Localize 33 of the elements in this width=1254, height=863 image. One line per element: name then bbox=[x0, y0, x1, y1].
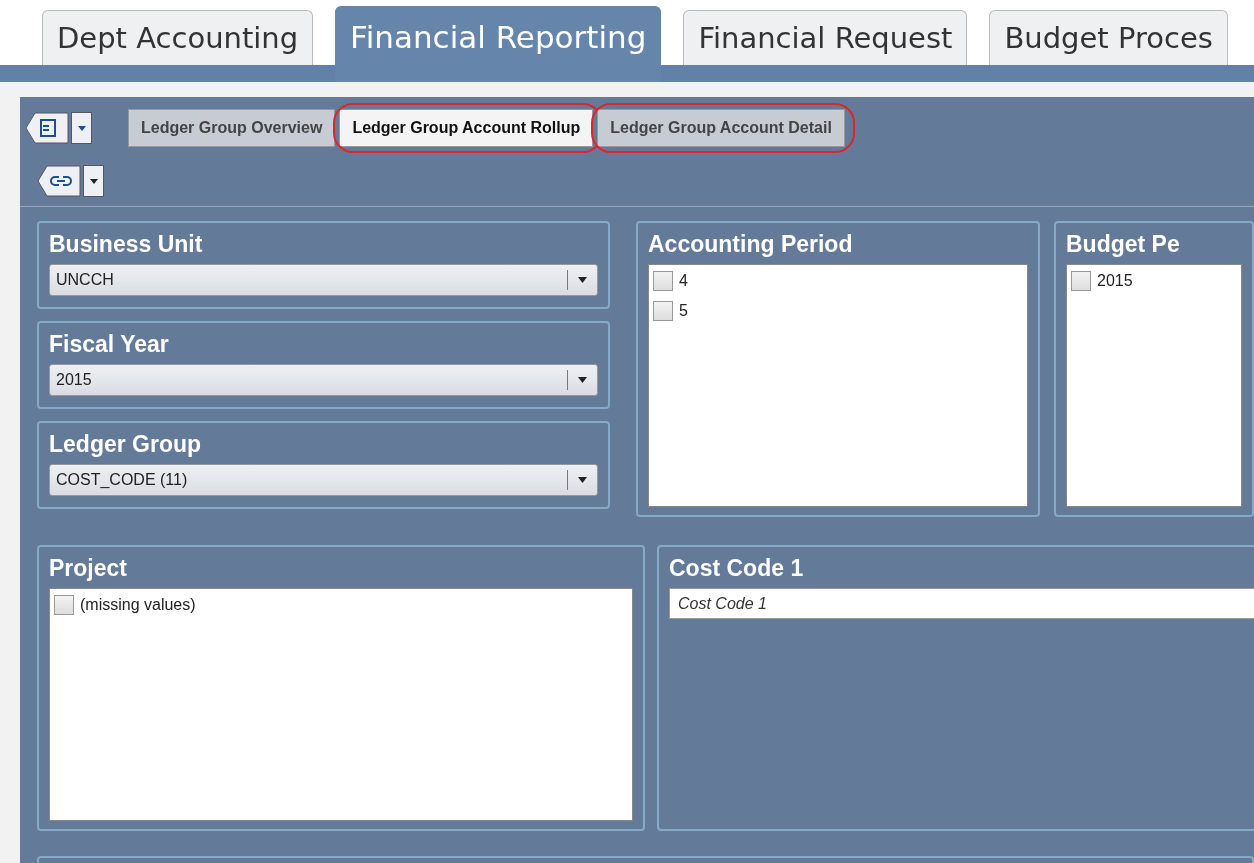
link-icon bbox=[37, 165, 81, 197]
dropdown[interactable]: UNCCH bbox=[49, 264, 598, 296]
filter-title: Cost Code 1 bbox=[669, 555, 805, 582]
search-field[interactable]: Cost Code 1 bbox=[669, 588, 1254, 619]
app-tab[interactable]: Financial Reporting bbox=[335, 6, 662, 82]
filter-title: Budget Pe bbox=[1066, 231, 1181, 258]
checkbox[interactable] bbox=[1071, 271, 1091, 291]
app-tab[interactable]: Budget Proces bbox=[989, 10, 1228, 65]
filter-title: Fiscal Year bbox=[49, 331, 170, 358]
checkbox[interactable] bbox=[653, 271, 673, 291]
dropdown[interactable]: COST_CODE (11) bbox=[49, 464, 598, 496]
item-label: 2015 bbox=[1097, 272, 1133, 290]
caret-icon bbox=[89, 178, 98, 184]
filter-title: Ledger Group bbox=[49, 431, 203, 458]
sheet-tab[interactable]: Ledger Group Overview bbox=[128, 109, 336, 147]
caret-icon bbox=[578, 477, 587, 483]
dropdown[interactable]: 2015 bbox=[49, 364, 598, 396]
item-label: 5 bbox=[679, 302, 688, 320]
item-label: 4 bbox=[679, 272, 688, 290]
sheet-tab[interactable]: Ledger Group Account Rollup bbox=[339, 109, 594, 147]
caret-icon bbox=[77, 125, 86, 131]
document-icon bbox=[25, 112, 69, 144]
filter-title: Project bbox=[49, 555, 128, 582]
app-tab[interactable]: Dept Accounting bbox=[42, 10, 314, 65]
app-tab[interactable]: Financial Request bbox=[683, 10, 968, 65]
filter-title: Accounting Period bbox=[648, 231, 854, 258]
sheet-tab[interactable]: Ledger Group Account Detail bbox=[597, 109, 845, 147]
caret-icon bbox=[578, 377, 587, 383]
item-label: (missing values) bbox=[80, 596, 196, 614]
checkbox[interactable] bbox=[653, 301, 673, 321]
filter-title: Business Unit bbox=[49, 231, 204, 258]
checkbox[interactable] bbox=[54, 595, 74, 615]
caret-icon bbox=[578, 277, 587, 283]
